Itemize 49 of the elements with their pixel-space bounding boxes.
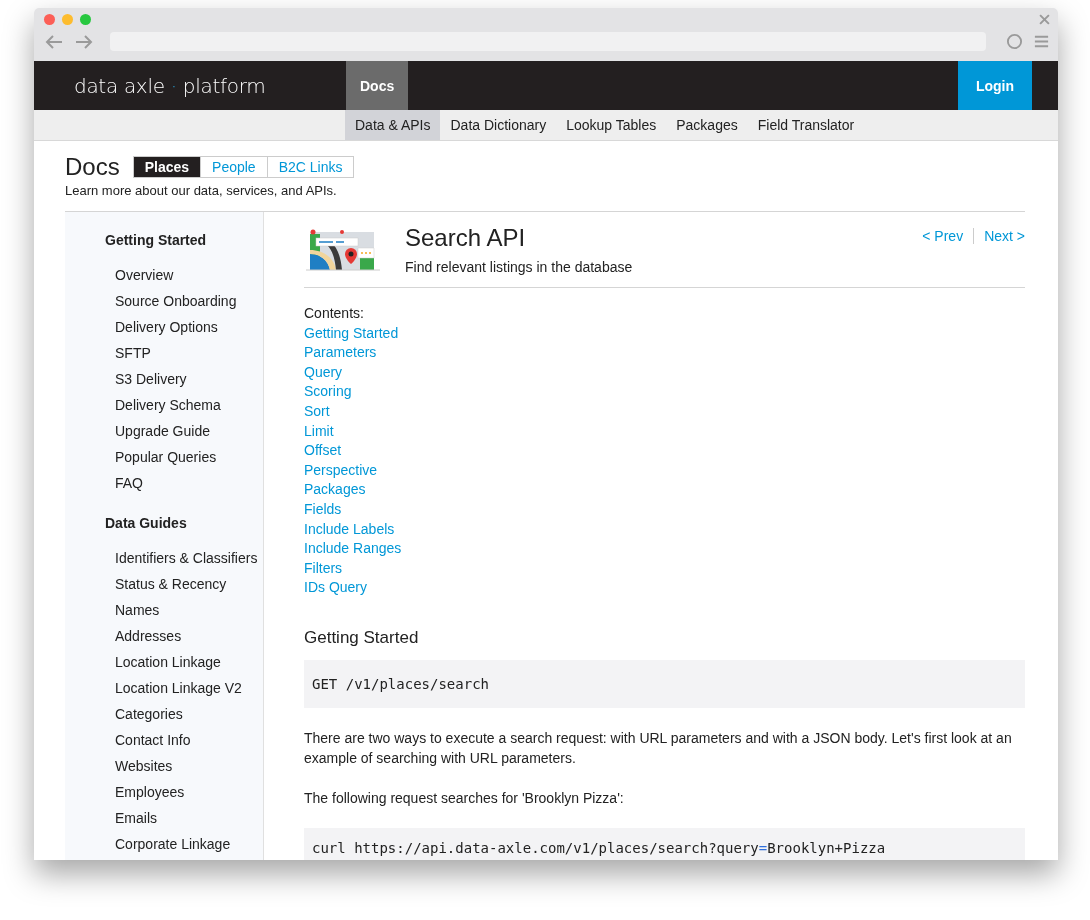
sidebar-link[interactable]: Addresses (115, 628, 263, 654)
sub-nav-tab[interactable]: Packages (666, 110, 748, 140)
sidebar-link[interactable]: Contact Info (115, 732, 263, 758)
menu-icon[interactable] (1033, 33, 1050, 50)
sidebar-link[interactable]: Delivery Schema (115, 397, 263, 423)
sub-nav-tab[interactable]: Field Translator (747, 110, 865, 140)
sidebar-link[interactable]: FAQ (115, 475, 263, 501)
code-block: GET /v1/places/search (304, 659, 1025, 708)
sidebar-heading: Getting Started (105, 232, 208, 248)
sidebar-link[interactable]: Names (115, 602, 263, 628)
sub-nav-tab[interactable]: Lookup Tables (556, 110, 667, 140)
sidebar-link[interactable]: Location Linkage V2 (115, 680, 263, 706)
paragraph: The following request searches for 'Brooklyn Pizza': (304, 788, 625, 808)
sidebar-link[interactable]: Employees (115, 784, 263, 810)
sidebar-link[interactable]: SFTP (115, 345, 263, 371)
nav-tab[interactable]: Docs (346, 61, 409, 110)
page-title: Docs (65, 153, 120, 181)
circle-icon[interactable] (1006, 33, 1023, 50)
close-icon[interactable] (1039, 13, 1050, 25)
section-title: Getting Started (304, 627, 420, 648)
sidebar-link[interactable]: Source Onboarding (115, 293, 263, 319)
sidebar-link[interactable]: Websites (115, 758, 263, 784)
category-tab[interactable]: Places (133, 157, 201, 177)
sidebar-link[interactable]: Popular Queries (115, 449, 263, 475)
forward-arrow-icon[interactable] (74, 33, 94, 50)
paragraph: There are two ways to execute a search request: with URL parameters and with a JSON body. Let's first look at an example of searching with URL parameters. (304, 728, 1013, 768)
sidebar-link[interactable]: Overview (115, 267, 263, 293)
sidebar-link[interactable]: Status & Recency (115, 576, 263, 602)
close-window-icon[interactable] (44, 13, 55, 25)
article-subtitle: Find relevant listings in the database (405, 259, 633, 275)
sidebar-link[interactable]: Corporate Linkage (115, 836, 263, 860)
sidebar-link[interactable]: S3 Delivery (115, 371, 263, 397)
sub-nav-tab[interactable]: Data Dictionary (440, 110, 557, 140)
sidebar-link[interactable]: Emails (115, 810, 263, 836)
sidebar-heading: Data Guides (105, 515, 188, 531)
sidebar-link[interactable]: Delivery Options (115, 319, 263, 345)
back-arrow-icon[interactable] (44, 33, 64, 50)
sidebar-link[interactable]: Location Linkage (115, 654, 263, 680)
logo[interactable]: data axle · platform (74, 73, 346, 98)
sidebar-link[interactable]: Identifiers & Classifiers (115, 550, 263, 576)
minimize-window-icon[interactable] (62, 13, 73, 25)
contents-label: Contents: (304, 304, 364, 323)
sidebar-link[interactable]: Upgrade Guide (115, 423, 263, 449)
page-subtitle: Learn more about our data, services, and APIs. (65, 183, 338, 198)
sidebar-link[interactable]: Categories (115, 706, 263, 732)
code-block: curl https://api.data-axle.com/v1/places/search?query=Brooklyn+Pizza (304, 827, 1025, 860)
maximize-window-icon[interactable] (80, 13, 91, 25)
sub-nav-tab[interactable]: Data & APIs (345, 110, 441, 140)
article-title: Search API (405, 224, 527, 252)
